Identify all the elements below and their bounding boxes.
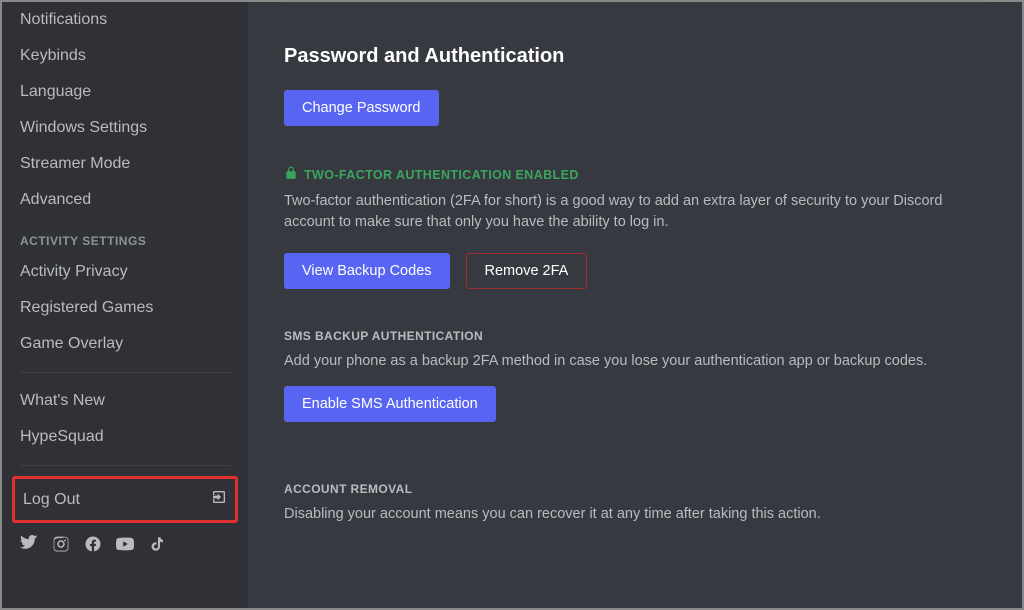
sms-backup-header: SMS Backup Authentication <box>284 329 986 343</box>
view-backup-codes-button[interactable]: View Backup Codes <box>284 253 450 289</box>
sidebar-item-label: HypeSquad <box>20 428 104 446</box>
sidebar-item-advanced[interactable]: Advanced <box>12 184 238 216</box>
section-title-password-auth: Password and Authentication <box>284 45 986 68</box>
twofa-section: Two-Factor Authentication Enabled Two-fa… <box>284 166 986 289</box>
account-removal-header: Account Removal <box>284 482 986 496</box>
sidebar-item-label: Language <box>20 83 91 101</box>
remove-2fa-button[interactable]: Remove 2FA <box>466 253 588 289</box>
account-removal-description: Disabling your account means you can rec… <box>284 504 984 525</box>
sidebar-header-activity: Activity Settings <box>12 218 238 254</box>
sidebar-item-activity-privacy[interactable]: Activity Privacy <box>12 256 238 288</box>
main-top-divider <box>284 2 986 3</box>
twofa-button-row: View Backup Codes Remove 2FA <box>284 253 986 289</box>
sidebar-item-hypesquad[interactable]: HypeSquad <box>12 421 238 453</box>
tiktok-icon[interactable] <box>148 535 166 558</box>
sidebar-item-label: Advanced <box>20 191 91 209</box>
sms-backup-description: Add your phone as a backup 2FA method in… <box>284 351 984 372</box>
sidebar-item-notifications[interactable]: Notifications <box>12 4 238 36</box>
youtube-icon[interactable] <box>116 535 134 558</box>
sidebar-item-label: Keybinds <box>20 47 86 65</box>
sidebar-item-whats-new[interactable]: What's New <box>12 385 238 417</box>
facebook-icon[interactable] <box>84 535 102 558</box>
instagram-icon[interactable] <box>52 535 70 558</box>
logout-icon <box>211 489 227 510</box>
sidebar-item-label: Game Overlay <box>20 335 123 353</box>
social-links-row <box>12 523 238 562</box>
sidebar-item-label: Activity Privacy <box>20 263 128 281</box>
twofa-enabled-label: Two-Factor Authentication Enabled <box>304 168 579 182</box>
sidebar-item-registered-games[interactable]: Registered Games <box>12 292 238 324</box>
sidebar-item-streamer-mode[interactable]: Streamer Mode <box>12 148 238 180</box>
twofa-description: Two-factor authentication (2FA for short… <box>284 191 984 233</box>
settings-main: Password and Authentication Change Passw… <box>248 2 1022 608</box>
sidebar-item-keybinds[interactable]: Keybinds <box>12 40 238 72</box>
sidebar-item-windows-settings[interactable]: Windows Settings <box>12 112 238 144</box>
sms-backup-section: SMS Backup Authentication Add your phone… <box>284 329 986 422</box>
settings-sidebar: Notifications Keybinds Language Windows … <box>2 2 248 608</box>
sidebar-item-language[interactable]: Language <box>12 76 238 108</box>
twofa-enabled-header: Two-Factor Authentication Enabled <box>284 166 986 183</box>
sidebar-item-game-overlay[interactable]: Game Overlay <box>12 328 238 360</box>
enable-sms-auth-button[interactable]: Enable SMS Authentication <box>284 386 496 422</box>
sidebar-item-label: Streamer Mode <box>20 155 130 173</box>
account-removal-section: Account Removal Disabling your account m… <box>284 482 986 525</box>
change-password-button[interactable]: Change Password <box>284 90 439 126</box>
sidebar-item-label: What's New <box>20 392 105 410</box>
sidebar-separator <box>20 372 230 373</box>
sidebar-item-label: Windows Settings <box>20 119 147 137</box>
sidebar-item-label: Registered Games <box>20 299 153 317</box>
sidebar-item-label: Notifications <box>20 11 107 29</box>
logout-highlight-box: Log Out <box>12 476 238 523</box>
logout-label: Log Out <box>23 491 80 509</box>
sidebar-separator <box>20 465 230 466</box>
lock-icon <box>284 166 298 183</box>
sidebar-item-logout[interactable]: Log Out <box>21 481 229 518</box>
twitter-icon[interactable] <box>20 535 38 558</box>
